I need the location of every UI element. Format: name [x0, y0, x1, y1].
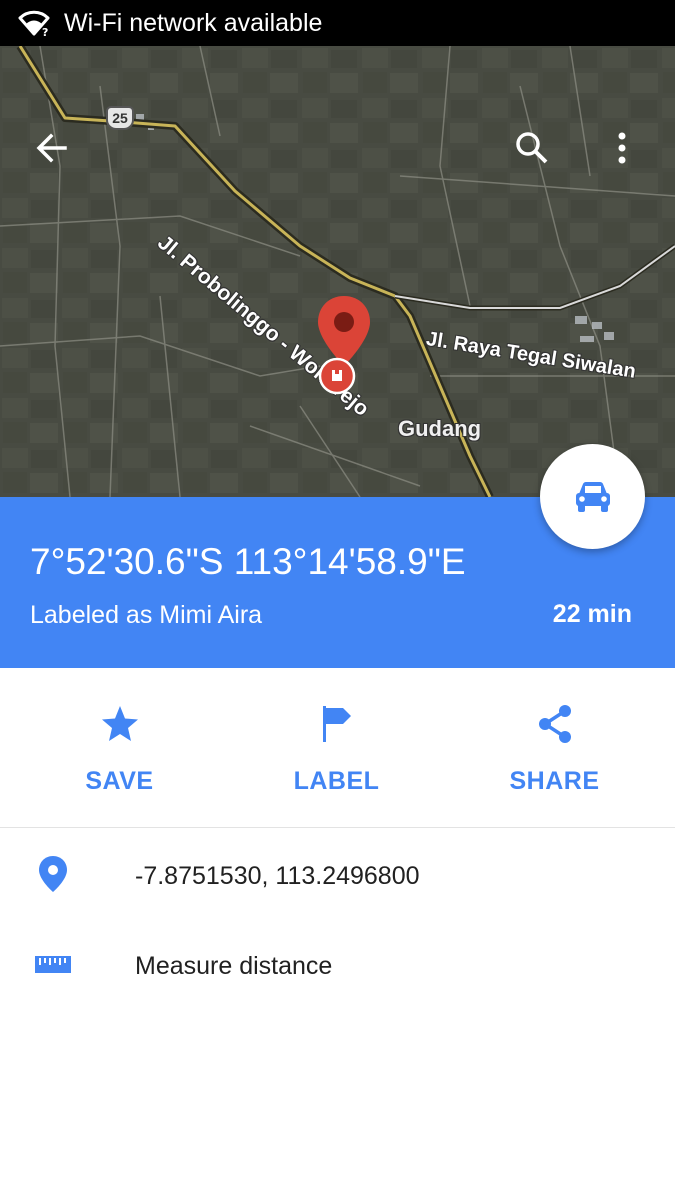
label-label: LABEL — [293, 767, 380, 795]
search-icon — [516, 132, 548, 164]
share-icon — [538, 705, 571, 743]
map-pin-icon[interactable] — [314, 296, 374, 396]
back-button[interactable] — [30, 126, 74, 170]
share-button[interactable]: SHARE — [442, 668, 667, 828]
place-title: 7°52'30.6"S 113°14'58.9"E — [30, 541, 466, 582]
car-icon — [575, 481, 610, 512]
measure-distance-text: Measure distance — [135, 952, 333, 980]
route-shield: 25 — [106, 106, 134, 130]
more-options-button[interactable] — [600, 126, 644, 170]
place-label-gudang: Gudang — [398, 416, 482, 441]
action-bar: SAVE LABEL SHARE — [0, 668, 675, 828]
coordinates-text: -7.8751530, 113.2496800 — [135, 862, 420, 890]
arrow-back-icon — [36, 133, 67, 163]
coordinates-row[interactable]: -7.8751530, 113.2496800 — [0, 846, 675, 906]
map-view[interactable]: 25 Jl. Probolinggo - Wonorejo Jl. Raya T… — [0, 46, 675, 497]
location-pin-icon — [39, 856, 67, 892]
star-icon — [101, 706, 138, 741]
status-bar: ? Wi-Fi network available — [0, 0, 675, 46]
place-subtitle: Labeled as Mimi Aira — [30, 601, 263, 629]
satellite-map — [0, 46, 675, 497]
save-button[interactable]: SAVE — [7, 668, 232, 828]
wifi-question-icon: ? — [18, 10, 50, 37]
more-vert-icon — [618, 132, 626, 164]
directions-button[interactable] — [540, 444, 645, 549]
save-label: SAVE — [85, 767, 154, 795]
search-button[interactable] — [510, 126, 554, 170]
ruler-icon — [35, 956, 71, 973]
status-text: Wi-Fi network available — [64, 9, 323, 37]
travel-time: 22 min — [552, 600, 632, 628]
share-label: SHARE — [509, 767, 600, 795]
flag-icon — [322, 706, 351, 742]
measure-distance-row[interactable]: Measure distance — [0, 936, 675, 996]
svg-text:?: ? — [42, 26, 48, 37]
label-button[interactable]: LABEL — [224, 668, 449, 828]
